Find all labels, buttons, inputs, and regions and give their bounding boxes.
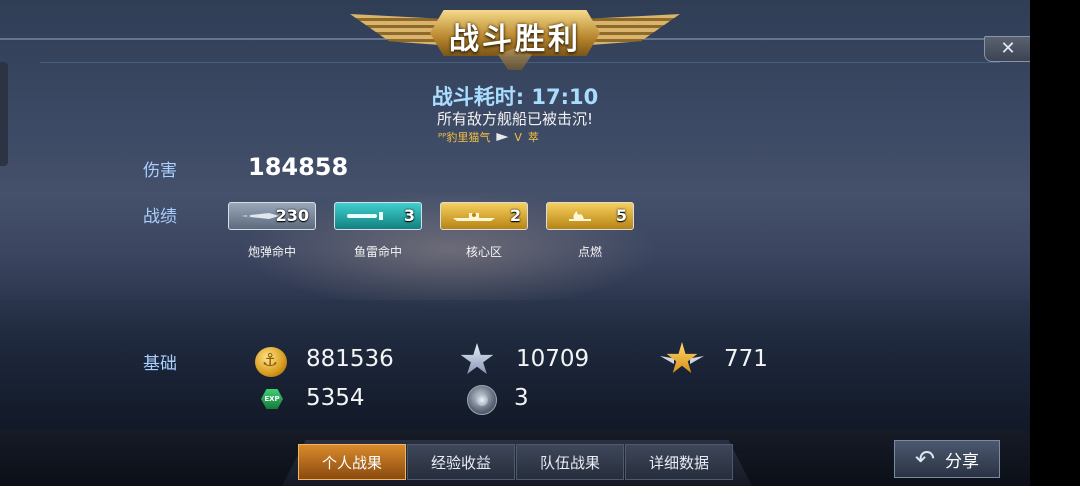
result-screen: ✕ 战斗胜利 战斗耗时: 17:10 所有敌方舰船已被击沉! ᴾᴾ豹里猫气 V …: [0, 0, 1030, 486]
exp-value: 5354: [306, 385, 365, 411]
achievement-name: 点燃: [577, 245, 602, 259]
achievement-badge-shell-hits[interactable]: 230: [228, 202, 316, 230]
player-name: 萃: [527, 131, 539, 144]
result-message: 所有敌方舰船已被击沉!: [436, 110, 593, 128]
close-button[interactable]: ✕: [984, 36, 1030, 62]
fire-icon: [569, 211, 591, 221]
achievement-count: 2: [509, 206, 521, 225]
medal-value: 3: [514, 385, 529, 411]
flag-icon: [496, 133, 509, 141]
basic-label: 基础: [143, 354, 177, 374]
coin-icon: [255, 347, 287, 377]
gold-star-value: 771: [724, 346, 768, 372]
share-label: 分享: [945, 451, 980, 472]
medal-icon: [467, 385, 497, 415]
gold-star-icon: [660, 342, 704, 378]
player-name: V: [514, 130, 522, 144]
achievement-count: 230: [275, 206, 309, 225]
battle-time: 战斗耗时: 17:10: [431, 85, 599, 109]
silver-star-value: 10709: [516, 346, 590, 372]
tab-team-results[interactable]: 队伍战果: [516, 444, 624, 480]
victory-banner: 战斗胜利: [350, 4, 680, 70]
achievement-count: 5: [615, 206, 627, 225]
tab-detailed-data[interactable]: 详细数据: [625, 444, 733, 480]
share-arrow-icon: ↶: [914, 445, 936, 473]
achievement-count: 3: [403, 206, 415, 225]
achievement-name: 鱼雷命中: [353, 245, 402, 259]
share-button[interactable]: ↶ 分享: [894, 440, 1000, 478]
damage-label: 伤害: [143, 161, 177, 181]
banner-title: 战斗胜利: [449, 22, 581, 57]
achievements-label: 战绩: [143, 207, 177, 227]
coins-value: 881536: [306, 346, 394, 372]
right-black-bar: [1030, 0, 1080, 486]
close-icon: ✕: [1000, 38, 1016, 59]
player-list: ᴾᴾ豹里猫气 V 萃: [438, 129, 539, 145]
damage-value: 184858: [248, 153, 349, 181]
ship-core-icon: [453, 213, 495, 221]
torpedo-icon: [347, 212, 383, 220]
achievement-badge-torpedo-hits[interactable]: 3: [334, 202, 422, 230]
achievement-badge-citadel[interactable]: 2: [440, 202, 528, 230]
achievement-name: 核心区: [465, 245, 502, 259]
player-name: ᴾᴾ豹里猫气: [438, 131, 491, 144]
achievement-badge-fire[interactable]: 5: [546, 202, 634, 230]
achievement-name: 炮弹命中: [247, 245, 296, 259]
tab-exp-gain[interactable]: 经验收益: [407, 444, 515, 480]
tab-personal-results[interactable]: 个人战果: [298, 444, 406, 480]
